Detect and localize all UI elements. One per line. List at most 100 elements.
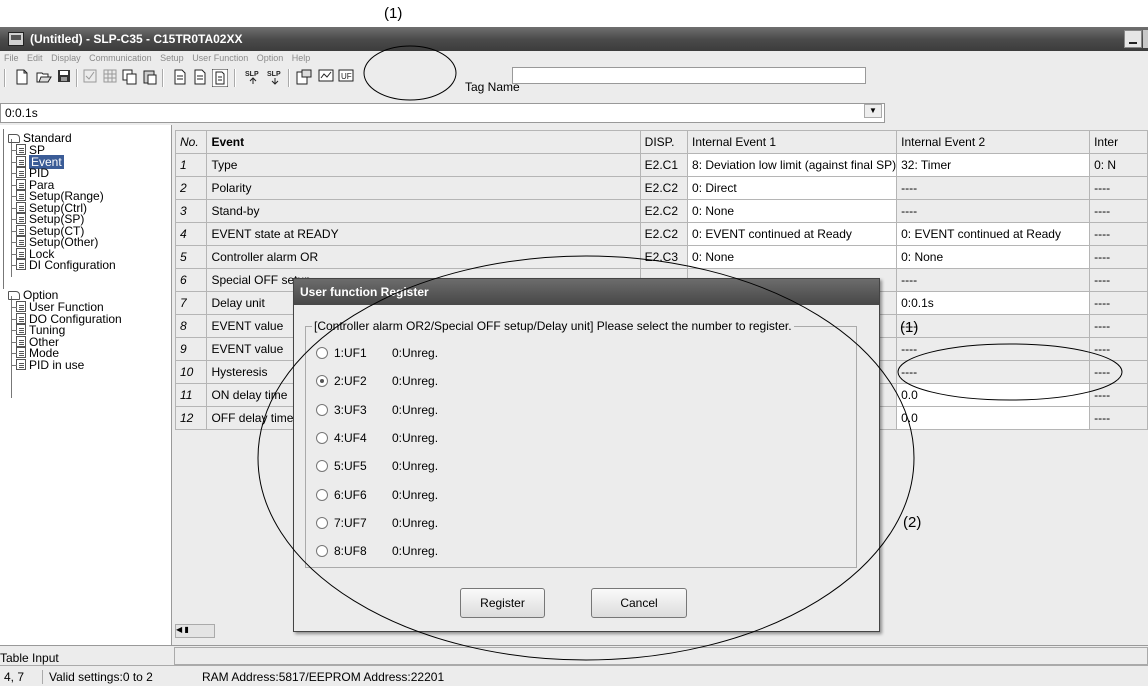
uf-option-label: 3:UF3 (334, 402, 367, 417)
document-icon (16, 358, 26, 370)
cell-internal-event-1[interactable]: 0: None (687, 199, 898, 223)
radio-button[interactable] (316, 347, 328, 359)
cell-internal-event-3[interactable]: ---- (1089, 245, 1148, 269)
radio-button[interactable] (316, 375, 328, 388)
cell-internal-event-2[interactable]: ---- (896, 337, 1091, 361)
uf-option-2[interactable]: 2:UF2 0:Unreg. (316, 374, 438, 388)
uf-option-status: 0:Unreg. (392, 544, 439, 559)
document-icon (16, 213, 26, 224)
cell-internal-event-2[interactable]: ---- (896, 360, 1091, 384)
tag-name-input[interactable] (512, 67, 866, 84)
menu-setup[interactable]: Setup (160, 51, 184, 65)
uf-option-6[interactable]: 6:UF6 0:Unreg. (316, 488, 438, 502)
cell-disp: E2.C2 (639, 199, 689, 223)
uf-option-5[interactable]: 5:UF5 0:Unreg. (316, 459, 438, 473)
cell-internal-event-3[interactable]: ---- (1089, 360, 1148, 384)
cell-internal-event-2[interactable]: ---- (896, 199, 1091, 223)
radio-button[interactable] (316, 545, 328, 558)
radio-button[interactable] (316, 431, 328, 444)
document-icon (16, 347, 26, 358)
cell-internal-event-3[interactable]: ---- (1089, 199, 1148, 223)
doc-icon[interactable] (172, 69, 188, 85)
cell-internal-event-3[interactable]: 0: N (1089, 153, 1148, 177)
folder-icon (8, 291, 20, 300)
dialog-title: User function Register (294, 279, 879, 305)
document-icon (16, 301, 26, 312)
cell-internal-event-2[interactable]: 0:0.1s (896, 291, 1091, 315)
slp-upload-icon[interactable]: SLP (244, 69, 260, 85)
cell-internal-event-2[interactable]: 0.0 (896, 383, 1091, 407)
cell-internal-event-1[interactable]: 0: Direct (687, 176, 898, 200)
cell-internal-event-3[interactable]: ---- (1089, 406, 1148, 430)
check-icon[interactable] (82, 69, 98, 85)
cell-internal-event-1[interactable]: 8: Deviation low limit (against final SP… (687, 153, 898, 177)
menu-file[interactable]: File (4, 51, 19, 65)
cell-event-name: EVENT state at READY (206, 222, 641, 246)
menu-user-function[interactable]: User Function (192, 51, 248, 65)
cell-no: 6 (174, 268, 208, 292)
properties-icon[interactable] (296, 69, 312, 85)
user-function-icon[interactable]: UF (338, 69, 354, 85)
cell-internal-event-3[interactable]: ---- (1089, 268, 1148, 292)
table-header-row: No. Event DISP. Internal Event 1 Interna… (174, 130, 1148, 154)
cell-internal-event-2[interactable]: ---- (896, 314, 1091, 338)
folder-icon (8, 134, 20, 143)
menu-option[interactable]: Option (257, 51, 284, 65)
copy-icon[interactable] (122, 69, 138, 85)
monitor-icon[interactable] (318, 69, 334, 85)
cell-internal-event-2[interactable]: ---- (896, 176, 1091, 200)
maximize-button[interactable] (1143, 30, 1148, 48)
cell-disp: E2.C2 (639, 222, 689, 246)
radio-button[interactable] (316, 516, 328, 529)
uf-option-1[interactable]: 1:UF1 0:Unreg. (316, 346, 438, 360)
cell-internal-event-1[interactable]: 0: EVENT continued at Ready (687, 222, 898, 246)
minimize-button[interactable] (1124, 30, 1142, 48)
radio-button[interactable] (316, 403, 328, 416)
paste-icon[interactable] (142, 69, 158, 85)
menu-help[interactable]: Help (292, 51, 311, 65)
cell-internal-event-3[interactable]: ---- (1089, 176, 1148, 200)
cell-internal-event-2[interactable]: 32: Timer (896, 153, 1091, 177)
document-icon (16, 178, 26, 190)
table-row: 3 Stand-by E2.C2 0: None ---- ---- (174, 199, 1148, 223)
save-icon[interactable] (56, 69, 72, 85)
cell-internal-event-2[interactable]: ---- (896, 268, 1091, 292)
register-option-group (305, 326, 857, 568)
cell-internal-event-3[interactable]: ---- (1089, 222, 1148, 246)
radio-button[interactable] (316, 460, 328, 473)
menu-communication[interactable]: Communication (89, 51, 152, 65)
grid-icon[interactable] (102, 69, 118, 85)
cell-internal-event-3[interactable]: ---- (1089, 337, 1148, 361)
slp-download-icon[interactable]: SLP (266, 69, 282, 85)
menu-edit[interactable]: Edit (27, 51, 43, 65)
menu-display[interactable]: Display (51, 51, 81, 65)
uf-option-8[interactable]: 8:UF8 0:Unreg. (316, 544, 438, 558)
uf-option-4[interactable]: 4:UF4 0:Unreg. (316, 431, 438, 445)
document-icon (16, 155, 26, 167)
document-icon (16, 236, 26, 247)
cell-internal-event-2[interactable]: 0: EVENT continued at Ready (896, 222, 1091, 246)
cell-disp: E2.C2 (639, 176, 689, 200)
cell-internal-event-3[interactable]: ---- (1089, 383, 1148, 407)
register-button[interactable]: Register (460, 588, 545, 618)
cancel-button[interactable]: Cancel (591, 588, 687, 618)
value-combo[interactable]: 0:0.1s (0, 103, 885, 123)
doc3-icon[interactable] (211, 68, 229, 88)
cell-internal-event-1[interactable]: 0: None (687, 245, 898, 269)
uf-option-7[interactable]: 7:UF7 0:Unreg. (316, 516, 438, 530)
cell-internal-event-3[interactable]: ---- (1089, 314, 1148, 338)
radio-button[interactable] (316, 488, 328, 501)
open-icon[interactable] (36, 69, 52, 85)
cell-internal-event-2[interactable]: 0: None (896, 245, 1091, 269)
new-icon[interactable] (14, 69, 30, 85)
toolbar: SLP SLP UF Tag Name (0, 65, 1148, 101)
horizontal-scrollbar[interactable]: ◀ ▮ (175, 624, 215, 638)
doc2-icon[interactable] (192, 69, 208, 85)
tree-item-pid-in-use[interactable]: PID in use (16, 358, 84, 371)
cell-internal-event-3[interactable]: ---- (1089, 291, 1148, 315)
uf-option-3[interactable]: 3:UF3 0:Unreg. (316, 403, 438, 417)
cell-internal-event-2[interactable]: 0.0 (896, 406, 1091, 430)
table-input-field[interactable] (174, 647, 1148, 665)
tree-item-di-configuration[interactable]: DI Configuration (16, 259, 116, 271)
chevron-down-icon[interactable]: ▼ (864, 104, 882, 118)
